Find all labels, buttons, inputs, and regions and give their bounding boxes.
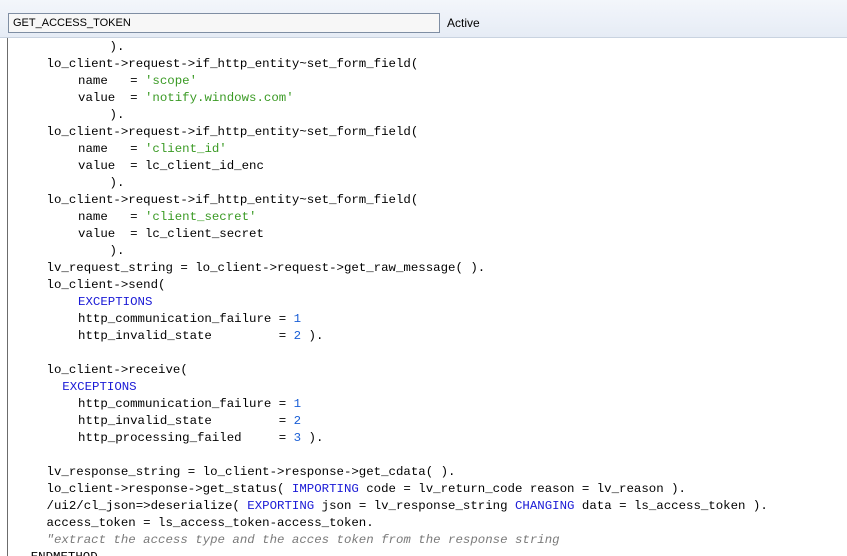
code-line: EXCEPTIONS bbox=[62, 379, 136, 396]
code-line: http_communication_failure = 1 bbox=[78, 396, 301, 413]
code-token-default: http_invalid_state = bbox=[78, 329, 294, 343]
code-token-str: 'client_secret' bbox=[144, 210, 257, 224]
code-line: http_communication_failure = 1 bbox=[78, 311, 301, 328]
code-line: lo_client->request->if_http_entity~set_f… bbox=[47, 124, 419, 141]
code-line: access_token = ls_access_token-access_to… bbox=[47, 515, 374, 532]
status-label: Active bbox=[447, 16, 480, 30]
editor-gutter-line bbox=[7, 38, 8, 556]
code-token-str: 'client_id' bbox=[144, 142, 227, 156]
code-token-comment: "extract the access type and the acces t… bbox=[46, 533, 560, 547]
code-token-default: lv_request_string = lo_client->request->… bbox=[46, 261, 486, 275]
code-line: value = lc_client_secret bbox=[78, 226, 264, 243]
code-token-default: lv_response_string = lo_client->response… bbox=[46, 465, 456, 479]
code-line: lv_response_string = lo_client->response… bbox=[47, 464, 456, 481]
code-token-num: 2 bbox=[293, 414, 302, 428]
method-header-bar: GET_ACCESS_TOKEN Active bbox=[0, 0, 847, 38]
code-token-default: lo_client->request->if_http_entity~set_f… bbox=[46, 57, 419, 71]
code-line: lo_client->receive( bbox=[47, 362, 188, 379]
code-token-default: lo_client->receive( bbox=[46, 363, 188, 377]
code-token-default: ). bbox=[109, 40, 125, 54]
code-token-default: http_communication_failure = bbox=[78, 312, 294, 326]
code-token-default: lo_client->request->if_http_entity~set_f… bbox=[46, 125, 419, 139]
code-line: value = lc_client_id_enc bbox=[78, 158, 264, 175]
code-line: http_invalid_state = 2 ). bbox=[78, 328, 323, 345]
code-line: /ui2/cl_json=>deserialize( EXPORTING jso… bbox=[47, 498, 768, 515]
code-token-default: lo_client->send( bbox=[46, 278, 166, 292]
code-line: value = 'notify.windows.com' bbox=[78, 90, 294, 107]
code-token-str: 'notify.windows.com' bbox=[144, 91, 294, 105]
code-line: ). bbox=[110, 175, 125, 192]
code-token-default: lo_client->request->if_http_entity~set_f… bbox=[46, 193, 419, 207]
code-line: ). bbox=[110, 39, 125, 56]
code-token-default: ). bbox=[109, 244, 125, 258]
code-token-default: name = bbox=[78, 142, 145, 156]
code-line: name = 'client_secret' bbox=[78, 209, 256, 226]
code-line: lv_request_string = lo_client->request->… bbox=[47, 260, 486, 277]
code-token-default: value = bbox=[78, 91, 145, 105]
code-line: lo_client->request->if_http_entity~set_f… bbox=[47, 192, 419, 209]
code-line: lo_client->response->get_status( IMPORTI… bbox=[47, 481, 686, 498]
method-name-field[interactable]: GET_ACCESS_TOKEN bbox=[8, 13, 440, 33]
code-token-default: name = bbox=[78, 74, 145, 88]
code-token-num: 1 bbox=[293, 397, 302, 411]
code-token-num: 2 bbox=[293, 329, 302, 343]
code-token-default: ). bbox=[301, 431, 324, 445]
code-token-default: ENDMETHOD. bbox=[31, 550, 105, 556]
code-line: ). bbox=[110, 243, 125, 260]
code-editor[interactable]: ). lo_client->request->if_http_entity~set… bbox=[0, 38, 847, 556]
code-token-default: value = lc_client_secret bbox=[78, 227, 264, 241]
code-token-kw: EXCEPTIONS bbox=[62, 380, 137, 394]
code-token-num: 1 bbox=[293, 312, 302, 326]
code-token-kw: IMPORTING bbox=[291, 482, 359, 496]
code-token-default: access_token = ls_access_token-access_to… bbox=[46, 516, 374, 530]
code-line: name = 'scope' bbox=[78, 73, 197, 90]
code-line: "extract the access type and the acces t… bbox=[47, 532, 560, 549]
code-token-default: ). bbox=[109, 176, 125, 190]
code-token-default: /ui2/cl_json=>deserialize( bbox=[46, 499, 248, 513]
code-token-kw: CHANGING bbox=[514, 499, 575, 513]
code-token-default: ). bbox=[109, 108, 125, 122]
code-token-default: http_communication_failure = bbox=[78, 397, 294, 411]
code-line: lo_client->send( bbox=[47, 277, 166, 294]
code-token-str: 'scope' bbox=[144, 74, 198, 88]
code-line: name = 'client_id' bbox=[78, 141, 227, 158]
code-token-default: ). bbox=[301, 329, 324, 343]
code-line: ). bbox=[110, 107, 125, 124]
code-line: http_processing_failed = 3 ). bbox=[78, 430, 323, 447]
code-token-default: lo_client->response->get_status( bbox=[46, 482, 292, 496]
code-token-default: data = ls_access_token ). bbox=[574, 499, 768, 513]
code-token-kw: EXCEPTIONS bbox=[78, 295, 153, 309]
code-line: ENDMETHOD. bbox=[31, 549, 105, 556]
code-line: lo_client->request->if_http_entity~set_f… bbox=[47, 56, 419, 73]
code-line: EXCEPTIONS bbox=[78, 294, 152, 311]
code-token-default: json = lv_response_string bbox=[314, 499, 515, 513]
code-token-default: name = bbox=[78, 210, 145, 224]
code-token-default: code = lv_return_code reason = lv_reason… bbox=[358, 482, 686, 496]
code-token-kw: EXPORTING bbox=[247, 499, 315, 513]
code-token-default: http_processing_failed = bbox=[78, 431, 294, 445]
code-token-default: value = lc_client_id_enc bbox=[78, 159, 264, 173]
code-line: http_invalid_state = 2 bbox=[78, 413, 301, 430]
code-token-default: http_invalid_state = bbox=[78, 414, 294, 428]
code-token-num: 3 bbox=[293, 431, 302, 445]
